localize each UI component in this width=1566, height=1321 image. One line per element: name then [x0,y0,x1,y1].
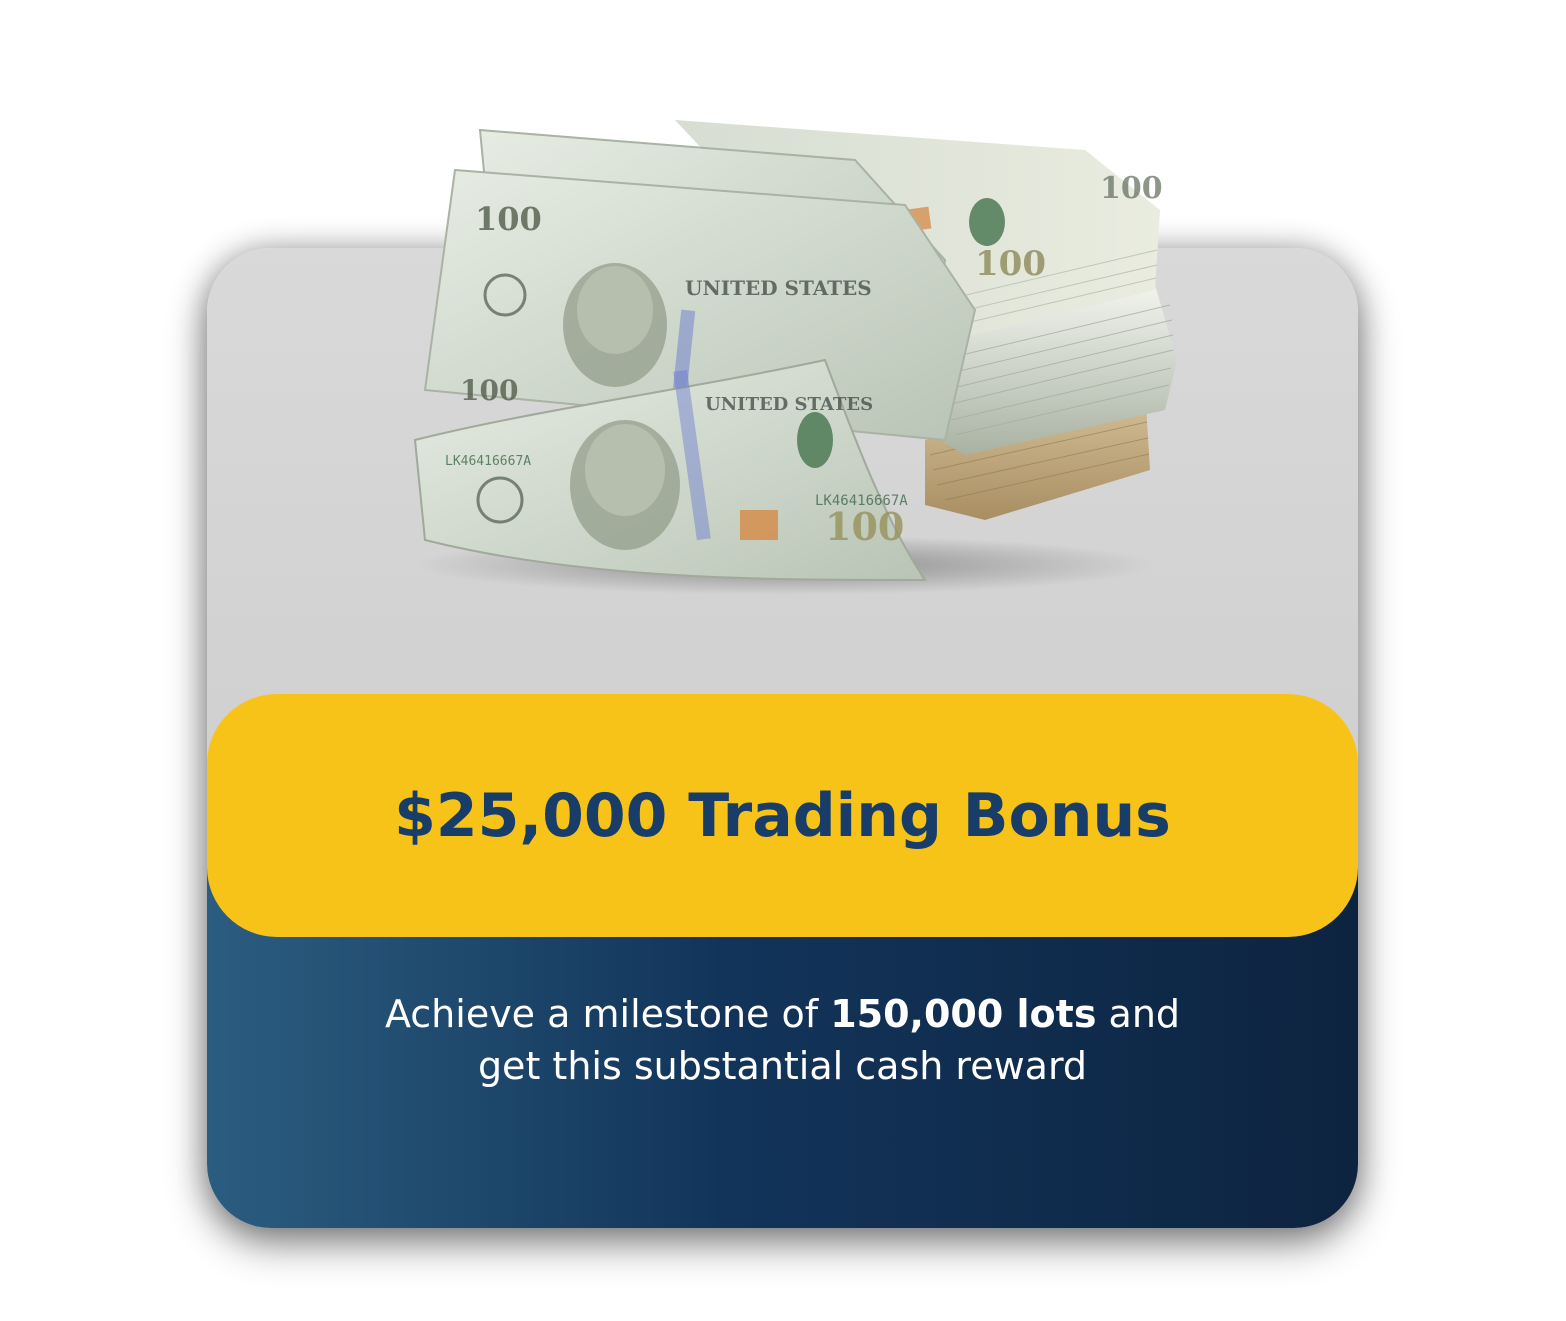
svg-text:100: 100 [825,504,904,549]
svg-text:LK46416667A: LK46416667A [445,454,531,469]
description-prefix: Achieve a milestone of [384,992,831,1036]
svg-text:UNITED STATES: UNITED STATES [685,276,872,300]
promo-stage: $25,000 Trading Bonus Achieve a mileston… [0,0,1566,1321]
bonus-banner: $25,000 Trading Bonus [207,694,1358,937]
description-suffix: and [1096,992,1181,1036]
description-line2: get this substantial cash reward [477,1044,1088,1088]
svg-text:100: 100 [460,374,518,407]
bonus-title: $25,000 Trading Bonus [394,780,1171,851]
svg-text:UNITED STATES: UNITED STATES [705,394,873,415]
bonus-description: Achieve a milestone of 150,000 lots and … [267,988,1298,1092]
svg-text:LK46416667A: LK46416667A [815,493,908,509]
svg-text:100: 100 [1100,171,1163,206]
description-highlight: 150,000 lots [830,992,1097,1036]
cash-stack-icon: 100 100 100 100 UNITED STATES 100 UNITED [413,120,1177,595]
svg-text:100: 100 [975,244,1046,284]
svg-text:100: 100 [475,200,542,238]
